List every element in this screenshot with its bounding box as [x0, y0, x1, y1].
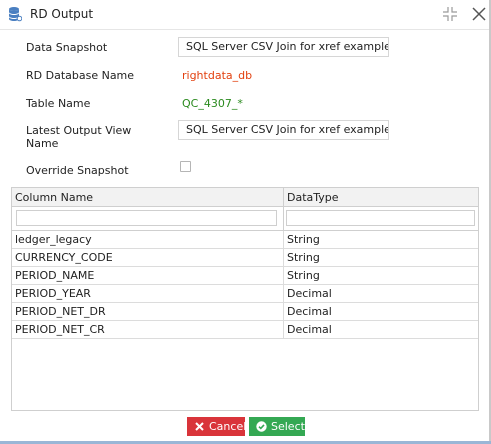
- dialog-title: RD Output: [30, 7, 94, 21]
- select-button[interactable]: Select: [249, 417, 305, 436]
- select-button-label: Select: [271, 420, 305, 433]
- column-name-cell: PERIOD_NET_DR: [15, 305, 106, 318]
- datatype-cell: String: [287, 233, 320, 246]
- latest-output-view-field[interactable]: SQL Server CSV Join for xref example: [178, 120, 389, 140]
- latest-output-view-label-line1: Latest Output View: [26, 124, 132, 137]
- cancel-button-label: Cancel: [209, 420, 247, 433]
- datatype-cell: Decimal: [287, 323, 332, 336]
- rd-database-name-label: RD Database Name: [26, 69, 135, 82]
- table-row[interactable]: PERIOD_YEAR Decimal: [12, 285, 478, 303]
- column-name-cell: PERIOD_NET_CR: [15, 323, 105, 336]
- close-icon: [195, 422, 204, 431]
- dialog-titlebar: RD Output: [0, 0, 489, 30]
- latest-output-view-label-line2: Name: [26, 137, 59, 150]
- datatype-cell: String: [287, 269, 320, 282]
- override-snapshot-label: Override Snapshot: [26, 164, 129, 177]
- column-name-filter-input[interactable]: [16, 210, 277, 226]
- database-icon: [9, 7, 22, 22]
- table-row[interactable]: PERIOD_NET_DR Decimal: [12, 303, 478, 321]
- override-snapshot-checkbox[interactable]: [180, 161, 191, 172]
- table-row[interactable]: PERIOD_NET_CR Decimal: [12, 321, 478, 339]
- close-icon[interactable]: [470, 5, 488, 23]
- table-name-value: QC_4307_*: [182, 97, 243, 110]
- column-name-cell: PERIOD_YEAR: [15, 287, 91, 300]
- datatype-filter-input[interactable]: [286, 210, 475, 226]
- filter-row: [12, 207, 478, 231]
- column-header-datatype[interactable]: DataType: [284, 188, 339, 207]
- table-name-label: Table Name: [26, 97, 91, 110]
- column-header-name[interactable]: Column Name: [12, 188, 93, 207]
- columns-grid: Column Name DataType ledger_legacy Strin…: [11, 187, 479, 411]
- table-row[interactable]: PERIOD_NAME String: [12, 267, 478, 285]
- column-name-cell: ledger_legacy: [15, 233, 92, 246]
- datatype-cell: String: [287, 251, 320, 264]
- datatype-cell: Decimal: [287, 287, 332, 300]
- data-snapshot-field[interactable]: SQL Server CSV Join for xref example: [178, 37, 389, 57]
- datatype-cell: Decimal: [287, 305, 332, 318]
- rd-database-name-value: rightdata_db: [182, 69, 253, 82]
- column-name-cell: PERIOD_NAME: [15, 269, 95, 282]
- table-row[interactable]: ledger_legacy String: [12, 231, 478, 249]
- shrink-icon[interactable]: [441, 5, 459, 23]
- table-row[interactable]: CURRENCY_CODE String: [12, 249, 478, 267]
- grid-header: Column Name DataType: [12, 188, 478, 207]
- column-divider: [283, 207, 284, 231]
- dialog-footer: Cancel Select: [0, 412, 491, 444]
- column-name-cell: CURRENCY_CODE: [15, 251, 113, 264]
- cancel-button[interactable]: Cancel: [187, 417, 247, 436]
- check-circle-icon: [256, 421, 267, 432]
- data-snapshot-label: Data Snapshot: [26, 41, 108, 54]
- rd-output-dialog: RD Output Data Snapshot SQL Server CSV J…: [0, 0, 491, 444]
